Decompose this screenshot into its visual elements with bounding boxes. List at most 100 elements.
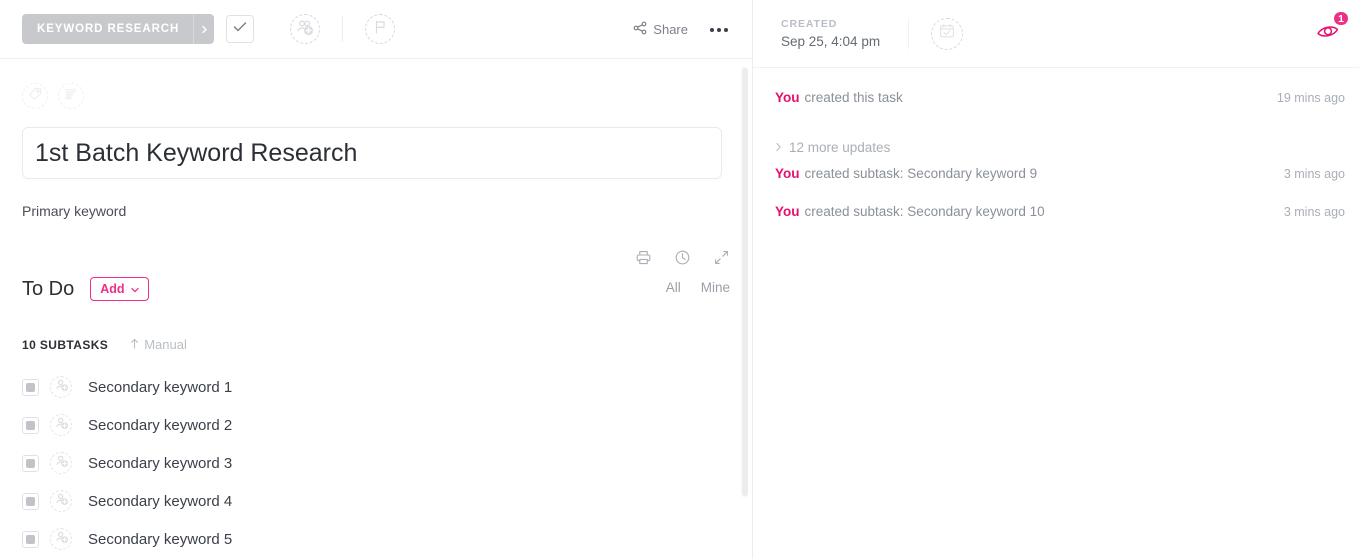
created-info: CREATED Sep 25, 4:04 pm — [781, 18, 880, 49]
filter-all[interactable]: All — [666, 280, 681, 295]
status-square-icon — [26, 458, 35, 468]
task-description-text: Primary keyword — [22, 203, 127, 219]
ellipsis-dot — [724, 27, 728, 32]
subtask-status-checkbox[interactable] — [22, 416, 39, 434]
subtask-list: Secondary keyword 1 Secondary keyword 2 … — [22, 368, 730, 558]
share-button[interactable]: Share — [623, 15, 698, 44]
add-assignee-icon — [294, 16, 316, 43]
subtask-sort-label: Manual — [144, 337, 187, 352]
share-icon — [633, 21, 647, 38]
add-subtask-button[interactable]: Add — [90, 277, 149, 301]
activity-text: created subtask: Secondary keyword 9 — [804, 166, 1038, 181]
set-due-date-button[interactable] — [931, 17, 964, 50]
filter-mine[interactable]: Mine — [701, 280, 730, 295]
subtask-name: Secondary keyword 2 — [88, 416, 233, 434]
subtask-status-checkbox[interactable] — [22, 454, 39, 472]
chevron-right-icon[interactable] — [194, 14, 214, 44]
activity-actor: You — [775, 204, 800, 219]
task-meta-icons — [22, 59, 730, 109]
task-title-text: 1st Batch Keyword Research — [35, 138, 358, 167]
tag-icon — [28, 87, 42, 106]
mark-complete-button[interactable] — [226, 15, 255, 43]
eye-icon — [1313, 26, 1347, 52]
ellipsis-dot — [710, 27, 714, 32]
subtask-name: Secondary keyword 1 — [88, 378, 233, 396]
add-assignee-icon — [54, 377, 69, 397]
more-options-button[interactable] — [704, 16, 734, 44]
share-label: Share — [653, 22, 688, 37]
status-square-icon — [26, 534, 35, 544]
show-more-updates-label: 12 more updates — [789, 139, 891, 155]
activity-item[interactable]: You created this task 19 mins ago — [775, 90, 1345, 128]
add-assignee-icon — [54, 415, 69, 435]
activity-timestamp: 3 mins ago — [1283, 167, 1345, 181]
subtask-add-assignee-button[interactable] — [50, 376, 72, 398]
chevron-right-icon — [775, 140, 782, 155]
flag-icon — [372, 19, 388, 40]
task-status-dropdown[interactable]: KEYWORD RESEARCH — [22, 14, 215, 44]
created-value: Sep 25, 4:04 pm — [781, 34, 881, 49]
activity-timestamp: 19 mins ago — [1276, 91, 1345, 105]
toolbar-divider — [342, 16, 344, 42]
expand-icon[interactable] — [713, 249, 730, 271]
activity-item[interactable]: You created subtask: Secondary keyword 9… — [775, 166, 1345, 204]
add-tag-button[interactable] — [22, 83, 48, 109]
show-more-updates-button[interactable]: 12 more updates — [775, 128, 1345, 166]
watchers-button[interactable]: 1 — [1313, 10, 1350, 48]
subtask-name: Secondary keyword 5 — [88, 530, 233, 548]
activity-timestamp: 3 mins ago — [1283, 205, 1345, 219]
subtask-row[interactable]: Secondary keyword 3 — [22, 444, 730, 482]
subtask-add-assignee-button[interactable] — [50, 452, 72, 474]
watchers-count-badge: 1 — [1332, 10, 1350, 27]
activity-text: created this task — [804, 90, 903, 105]
add-assignee-icon — [54, 453, 69, 473]
subtask-status-checkbox[interactable] — [22, 492, 39, 510]
subtask-filters: All Mine — [666, 280, 730, 295]
set-priority-button[interactable] — [365, 14, 396, 44]
status-square-icon — [26, 420, 35, 430]
add-custom-field-button[interactable] — [58, 83, 84, 109]
subtask-sort-button[interactable]: Manual — [130, 337, 187, 352]
subtask-name: Secondary keyword 3 — [88, 454, 233, 472]
print-icon[interactable] — [635, 249, 652, 271]
task-main-panel: KEYWORD RESEARCH Share 1st Batch Keyword… — [0, 0, 753, 559]
created-label: CREATED — [781, 18, 838, 30]
subtask-row[interactable]: Secondary keyword 5 — [22, 520, 730, 558]
activity-toolbar-divider — [908, 18, 910, 49]
add-assignee-button[interactable] — [290, 14, 321, 44]
subtask-add-assignee-button[interactable] — [50, 414, 72, 436]
custom-fields-icon — [64, 87, 78, 106]
task-detail-app: KEYWORD RESEARCH Share 1st Batch Keyword… — [0, 0, 1359, 559]
add-assignee-icon — [54, 529, 69, 549]
sort-asc-icon — [130, 337, 139, 352]
subtask-row[interactable]: Secondary keyword 4 — [22, 482, 730, 520]
task-description[interactable]: Primary keyword — [22, 203, 730, 219]
ellipsis-dot — [717, 27, 721, 32]
toolbar-right-actions: Share — [623, 0, 734, 59]
description-tools — [635, 249, 730, 271]
subtask-status-checkbox[interactable] — [22, 378, 39, 396]
subtask-list-header: 10 SUBTASKS Manual — [22, 337, 730, 352]
activity-feed: You created this task 19 mins ago 12 mor… — [753, 68, 1359, 242]
chevron-down-icon — [130, 282, 139, 296]
task-toolbar: KEYWORD RESEARCH Share — [0, 0, 752, 59]
subtask-row[interactable]: Secondary keyword 1 — [22, 368, 730, 406]
todo-section-header: To Do Add All Mine — [22, 277, 730, 301]
history-icon[interactable] — [674, 249, 691, 271]
subtask-add-assignee-button[interactable] — [50, 490, 72, 512]
activity-actor: You — [775, 166, 800, 181]
task-title-input[interactable]: 1st Batch Keyword Research — [22, 127, 722, 179]
task-activity-panel: CREATED Sep 25, 4:04 pm 1 You created th… — [753, 0, 1359, 559]
status-square-icon — [26, 382, 35, 392]
subtask-add-assignee-button[interactable] — [50, 528, 72, 550]
panel-scrollbar-thumb[interactable] — [742, 68, 748, 496]
subtask-row[interactable]: Secondary keyword 2 — [22, 406, 730, 444]
task-status-label: KEYWORD RESEARCH — [37, 23, 180, 35]
todo-heading: To Do — [22, 277, 75, 300]
subtask-status-checkbox[interactable] — [22, 530, 39, 548]
activity-actor: You — [775, 90, 800, 105]
task-body: 1st Batch Keyword Research Primary keywo… — [0, 59, 752, 558]
activity-toolbar: CREATED Sep 25, 4:04 pm 1 — [753, 0, 1359, 68]
calendar-icon — [938, 22, 956, 45]
activity-item[interactable]: You created subtask: Secondary keyword 1… — [775, 204, 1345, 242]
